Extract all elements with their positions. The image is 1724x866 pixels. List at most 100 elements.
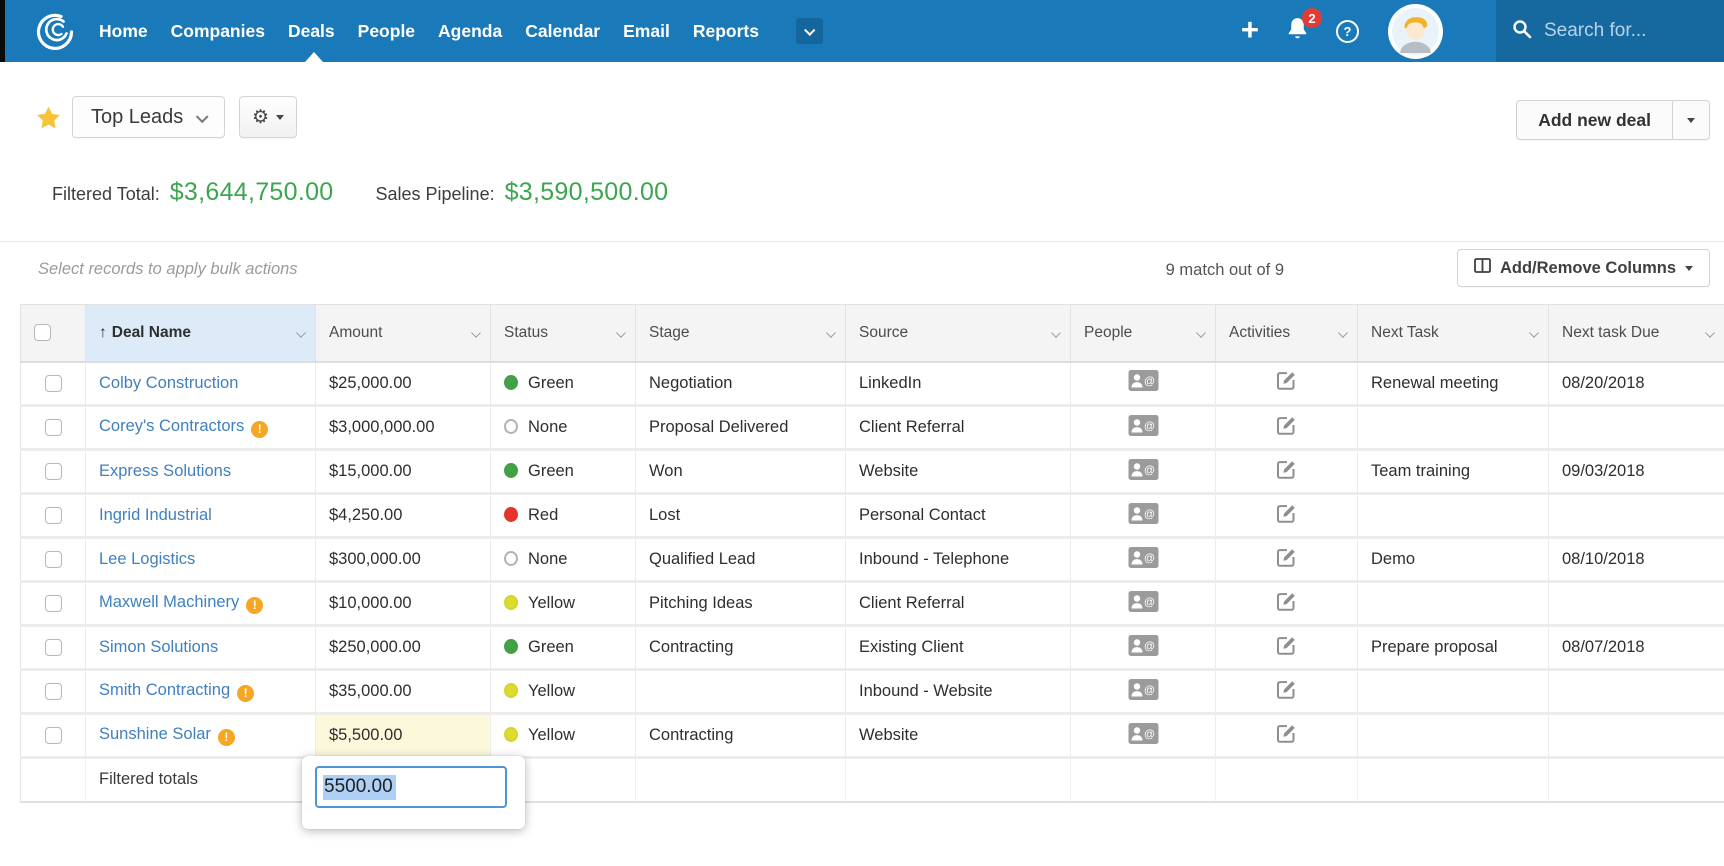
deal-name-link[interactable]: Corey's Contractors [99,417,244,435]
nav-more-menu-button[interactable] [796,18,823,44]
next-task-cell[interactable]: Renewal meeting [1358,362,1549,406]
help-icon[interactable]: ? [1336,20,1359,43]
amount-cell[interactable]: $15,000.00 [316,450,491,494]
next-task-due-cell[interactable] [1549,406,1724,450]
stage-cell[interactable]: Qualified Lead [636,538,846,582]
log-activity-icon[interactable] [1276,466,1297,484]
contact-card-icon[interactable]: @ [1128,555,1159,573]
source-cell[interactable]: Client Referral [846,582,1071,626]
source-cell[interactable]: Inbound - Website [846,670,1071,714]
nav-item-deals[interactable]: Deals [288,21,335,42]
log-activity-icon[interactable] [1276,422,1297,440]
source-cell[interactable]: Website [846,450,1071,494]
chevron-down-icon[interactable] [1338,327,1347,336]
log-activity-icon[interactable] [1276,730,1297,748]
next-task-due-cell[interactable] [1549,494,1724,538]
amount-cell[interactable]: $10,000.00 [316,582,491,626]
column-header-next-task-due[interactable]: Next task Due [1549,305,1724,362]
stage-cell[interactable]: Contracting [636,626,846,670]
nav-item-companies[interactable]: Companies [171,21,265,42]
contact-card-icon[interactable]: @ [1128,511,1159,529]
nav-item-home[interactable]: Home [99,21,148,42]
log-activity-icon[interactable] [1276,377,1297,395]
deal-name-link[interactable]: Colby Construction [99,374,238,392]
row-checkbox[interactable] [45,463,62,480]
column-header-next-task[interactable]: Next Task [1358,305,1549,362]
log-activity-icon[interactable] [1276,686,1297,704]
deal-name-link[interactable]: Express Solutions [99,462,231,480]
add-new-deal-label[interactable]: Add new deal [1517,101,1672,139]
status-cell[interactable]: None [491,538,636,582]
favorite-star-icon[interactable] [35,105,62,136]
stage-cell[interactable] [636,670,846,714]
status-cell[interactable]: Green [491,362,636,406]
deal-name-link[interactable]: Maxwell Machinery [99,593,239,611]
chevron-down-icon[interactable] [1529,327,1538,336]
next-task-cell[interactable] [1358,582,1549,626]
chevron-down-icon[interactable] [616,327,625,336]
status-cell[interactable]: None [491,406,636,450]
nav-item-reports[interactable]: Reports [693,21,759,42]
user-avatar[interactable] [1388,4,1443,59]
status-cell[interactable]: Green [491,626,636,670]
row-checkbox[interactable] [45,507,62,524]
chevron-down-icon[interactable] [296,327,305,336]
amount-cell[interactable]: $3,000,000.00 [316,406,491,450]
row-checkbox[interactable] [45,639,62,656]
amount-cell[interactable]: $250,000.00 [316,626,491,670]
column-header-stage[interactable]: Stage [636,305,846,362]
add-deal-dropdown-button[interactable] [1672,101,1709,139]
nav-item-agenda[interactable]: Agenda [438,21,502,42]
log-activity-icon[interactable] [1276,642,1297,660]
row-checkbox[interactable] [45,551,62,568]
stage-cell[interactable]: Negotiation [636,362,846,406]
next-task-cell[interactable]: Prepare proposal [1358,626,1549,670]
add-new-deal-button[interactable]: Add new deal [1516,100,1710,140]
notifications-bell-icon[interactable]: 2 [1286,16,1309,46]
source-cell[interactable]: Website [846,714,1071,758]
nav-item-calendar[interactable]: Calendar [525,21,600,42]
deal-name-link[interactable]: Smith Contracting [99,681,230,699]
nav-item-email[interactable]: Email [623,21,670,42]
stage-cell[interactable]: Contracting [636,714,846,758]
row-checkbox[interactable] [45,727,62,744]
status-cell[interactable]: Yellow [491,670,636,714]
next-task-due-cell[interactable]: 08/10/2018 [1549,538,1724,582]
log-activity-icon[interactable] [1276,598,1297,616]
source-cell[interactable]: Inbound - Telephone [846,538,1071,582]
row-checkbox[interactable] [45,375,62,392]
next-task-cell[interactable] [1358,406,1549,450]
nav-item-people[interactable]: People [358,21,415,42]
log-activity-icon[interactable] [1276,554,1297,572]
next-task-cell[interactable]: Demo [1358,538,1549,582]
contact-card-icon[interactable]: @ [1128,731,1159,749]
stage-cell[interactable]: Won [636,450,846,494]
source-cell[interactable]: Client Referral [846,406,1071,450]
next-task-due-cell[interactable]: 08/07/2018 [1549,626,1724,670]
status-cell[interactable]: Green [491,450,636,494]
deal-name-link[interactable]: Sunshine Solar [99,725,211,743]
contact-card-icon[interactable]: @ [1128,467,1159,485]
next-task-due-cell[interactable] [1549,582,1724,626]
stage-cell[interactable]: Proposal Delivered [636,406,846,450]
amount-cell[interactable]: $35,000.00 [316,670,491,714]
amount-edit-input[interactable]: 5500.00 [315,766,507,808]
row-checkbox[interactable] [45,419,62,436]
global-search[interactable]: Search for... [1496,0,1724,62]
source-cell[interactable]: Existing Client [846,626,1071,670]
amount-cell[interactable]: $300,000.00 [316,538,491,582]
next-task-due-cell[interactable]: 09/03/2018 [1549,450,1724,494]
contact-card-icon[interactable]: @ [1128,643,1159,661]
next-task-cell[interactable] [1358,670,1549,714]
next-task-due-cell[interactable]: 08/20/2018 [1549,362,1724,406]
list-settings-button[interactable]: ⚙ [239,96,297,138]
stage-cell[interactable]: Pitching Ideas [636,582,846,626]
source-cell[interactable]: Personal Contact [846,494,1071,538]
column-header-amount[interactable]: Amount [316,305,491,362]
next-task-cell[interactable] [1358,714,1549,758]
amount-cell[interactable]: $4,250.00 [316,494,491,538]
deal-name-link[interactable]: Lee Logistics [99,550,195,568]
contact-card-icon[interactable]: @ [1128,423,1159,441]
saved-list-selector[interactable]: Top Leads [72,96,225,138]
column-header-source[interactable]: Source [846,305,1071,362]
